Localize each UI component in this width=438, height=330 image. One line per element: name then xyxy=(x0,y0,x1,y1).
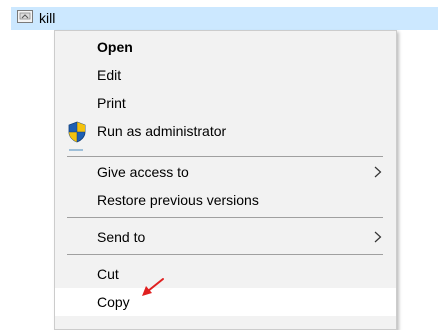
menu-item-label: Cut xyxy=(97,266,119,282)
menu-separator xyxy=(67,254,383,255)
menu-item-label: Restore previous versions xyxy=(97,192,259,208)
file-name: kill xyxy=(39,10,56,26)
menu-item-run-as-administrator[interactable]: Run as administrator xyxy=(55,117,396,145)
menu-item-copy[interactable]: Copy xyxy=(55,288,396,316)
menu-item-give-access-to[interactable]: Give access to xyxy=(55,158,396,186)
uac-shield-icon xyxy=(68,121,86,143)
menu-item-open[interactable]: Open xyxy=(55,33,396,61)
chevron-right-icon xyxy=(374,166,382,178)
annotation-arrow-icon xyxy=(142,278,164,296)
shortcut-file-icon xyxy=(17,10,33,23)
menu-item-label: Open xyxy=(97,39,133,55)
selected-file-row[interactable]: kill xyxy=(11,7,438,30)
menu-separator xyxy=(67,217,383,218)
menu-item-label: Run as administrator xyxy=(97,123,227,139)
context-menu: Open Edit Print Run as administrator Giv… xyxy=(54,30,397,330)
menu-item-label: Edit xyxy=(97,67,122,83)
menu-item-label: Give access to xyxy=(97,164,189,180)
chevron-right-icon xyxy=(374,231,382,243)
menu-item-print[interactable]: Print xyxy=(55,89,396,117)
menu-item-restore-previous-versions[interactable]: Restore previous versions xyxy=(55,186,396,214)
menu-item-label: Print xyxy=(97,95,126,111)
menu-item-label: Copy xyxy=(97,294,130,310)
menu-item-send-to[interactable]: Send to xyxy=(55,223,396,251)
menu-item-edit[interactable]: Edit xyxy=(55,61,396,89)
menu-item-label: Send to xyxy=(97,229,146,245)
menu-separator xyxy=(67,156,383,157)
icon-shadow xyxy=(69,149,83,151)
menu-item-cut[interactable]: Cut xyxy=(55,260,396,288)
